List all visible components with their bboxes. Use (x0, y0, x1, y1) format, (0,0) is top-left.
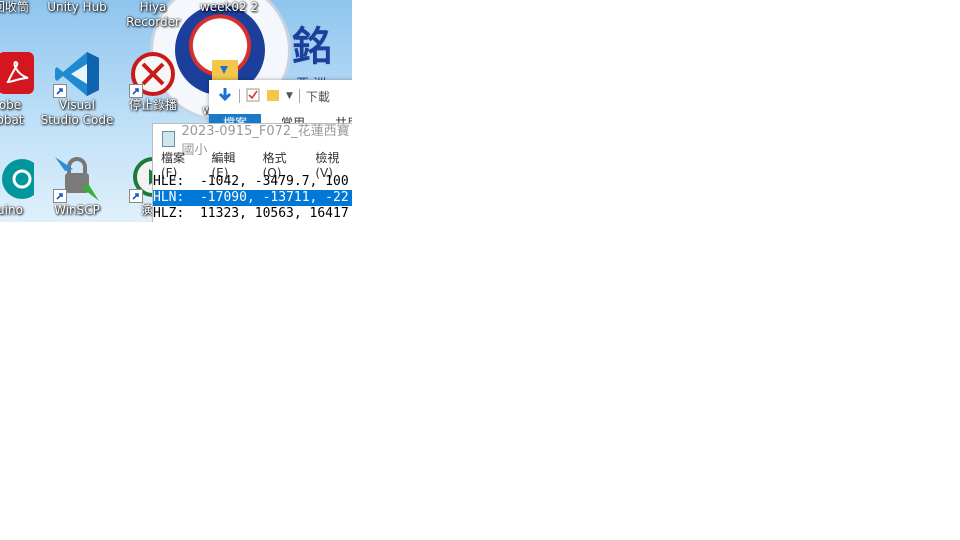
shortcut-arrow-icon (129, 84, 143, 98)
vscode-label: Visual Studio Code (40, 98, 114, 127)
vscode-desktop-icon[interactable]: Visual Studio Code (40, 50, 114, 128)
recycle-bin-label[interactable]: 回收筒 (0, 0, 36, 15)
blank-area (352, 0, 960, 540)
week02-folder-label[interactable]: week02 2 (192, 0, 266, 15)
toolbar-separator (239, 89, 240, 103)
winscp-icon (53, 155, 101, 203)
chevron-down-icon[interactable]: ▼ (286, 91, 293, 101)
download-arrow-icon[interactable] (217, 87, 233, 106)
text-line-hle[interactable]: HLE: -1042, -3479.7, 100 (153, 174, 352, 190)
toolbar-separator (298, 89, 300, 103)
shortcut-arrow-icon (129, 189, 143, 203)
text-line-hln-selected[interactable]: HLN: -17090, -13711, -22 (153, 190, 352, 206)
winscp-desktop-icon[interactable]: WinSCP (40, 155, 114, 218)
quick-access-toolbar: ▼ 下載 (209, 80, 352, 112)
stop-record-label: 停止錄播 (128, 98, 177, 112)
folder-icon[interactable] (212, 56, 238, 82)
text-line-hlz[interactable]: HLZ: 11323, 10563, 16417 (153, 206, 352, 222)
svg-text:銘: 銘 (292, 23, 332, 70)
blank-area-bottom (0, 222, 352, 540)
hiya-recorder-label[interactable]: Hiya Recorder (118, 0, 188, 30)
explorer-path-title: 下載 (305, 89, 330, 104)
adobe-acrobat-icon (0, 50, 34, 98)
shortcut-arrow-icon (53, 189, 67, 203)
winscp-label: WinSCP (54, 203, 100, 217)
new-folder-icon[interactable] (266, 88, 280, 105)
shortcut-arrow-icon (53, 84, 67, 98)
notepad-window[interactable]: 2023-0915_F072_花蓮西寶國小 檔案(F) 編輯(E) 格式(O) … (152, 123, 352, 222)
notepad-text-area[interactable]: HLE: -1042, -3479.7, 100 HLN: -17090, -1… (153, 174, 352, 222)
properties-check-icon[interactable] (246, 88, 260, 105)
stop-record-desktop-icon[interactable]: 停止錄播 (116, 50, 190, 113)
arduino-icon (0, 155, 42, 203)
notepad-icon (162, 131, 176, 147)
stop-record-icon (129, 50, 177, 98)
unity-hub-label[interactable]: Unity Hub (40, 0, 114, 15)
vscode-icon (53, 50, 101, 98)
desktop: 銘 亞 洲 回收筒 Unity Hub Hiya Recorder week02… (0, 0, 352, 222)
